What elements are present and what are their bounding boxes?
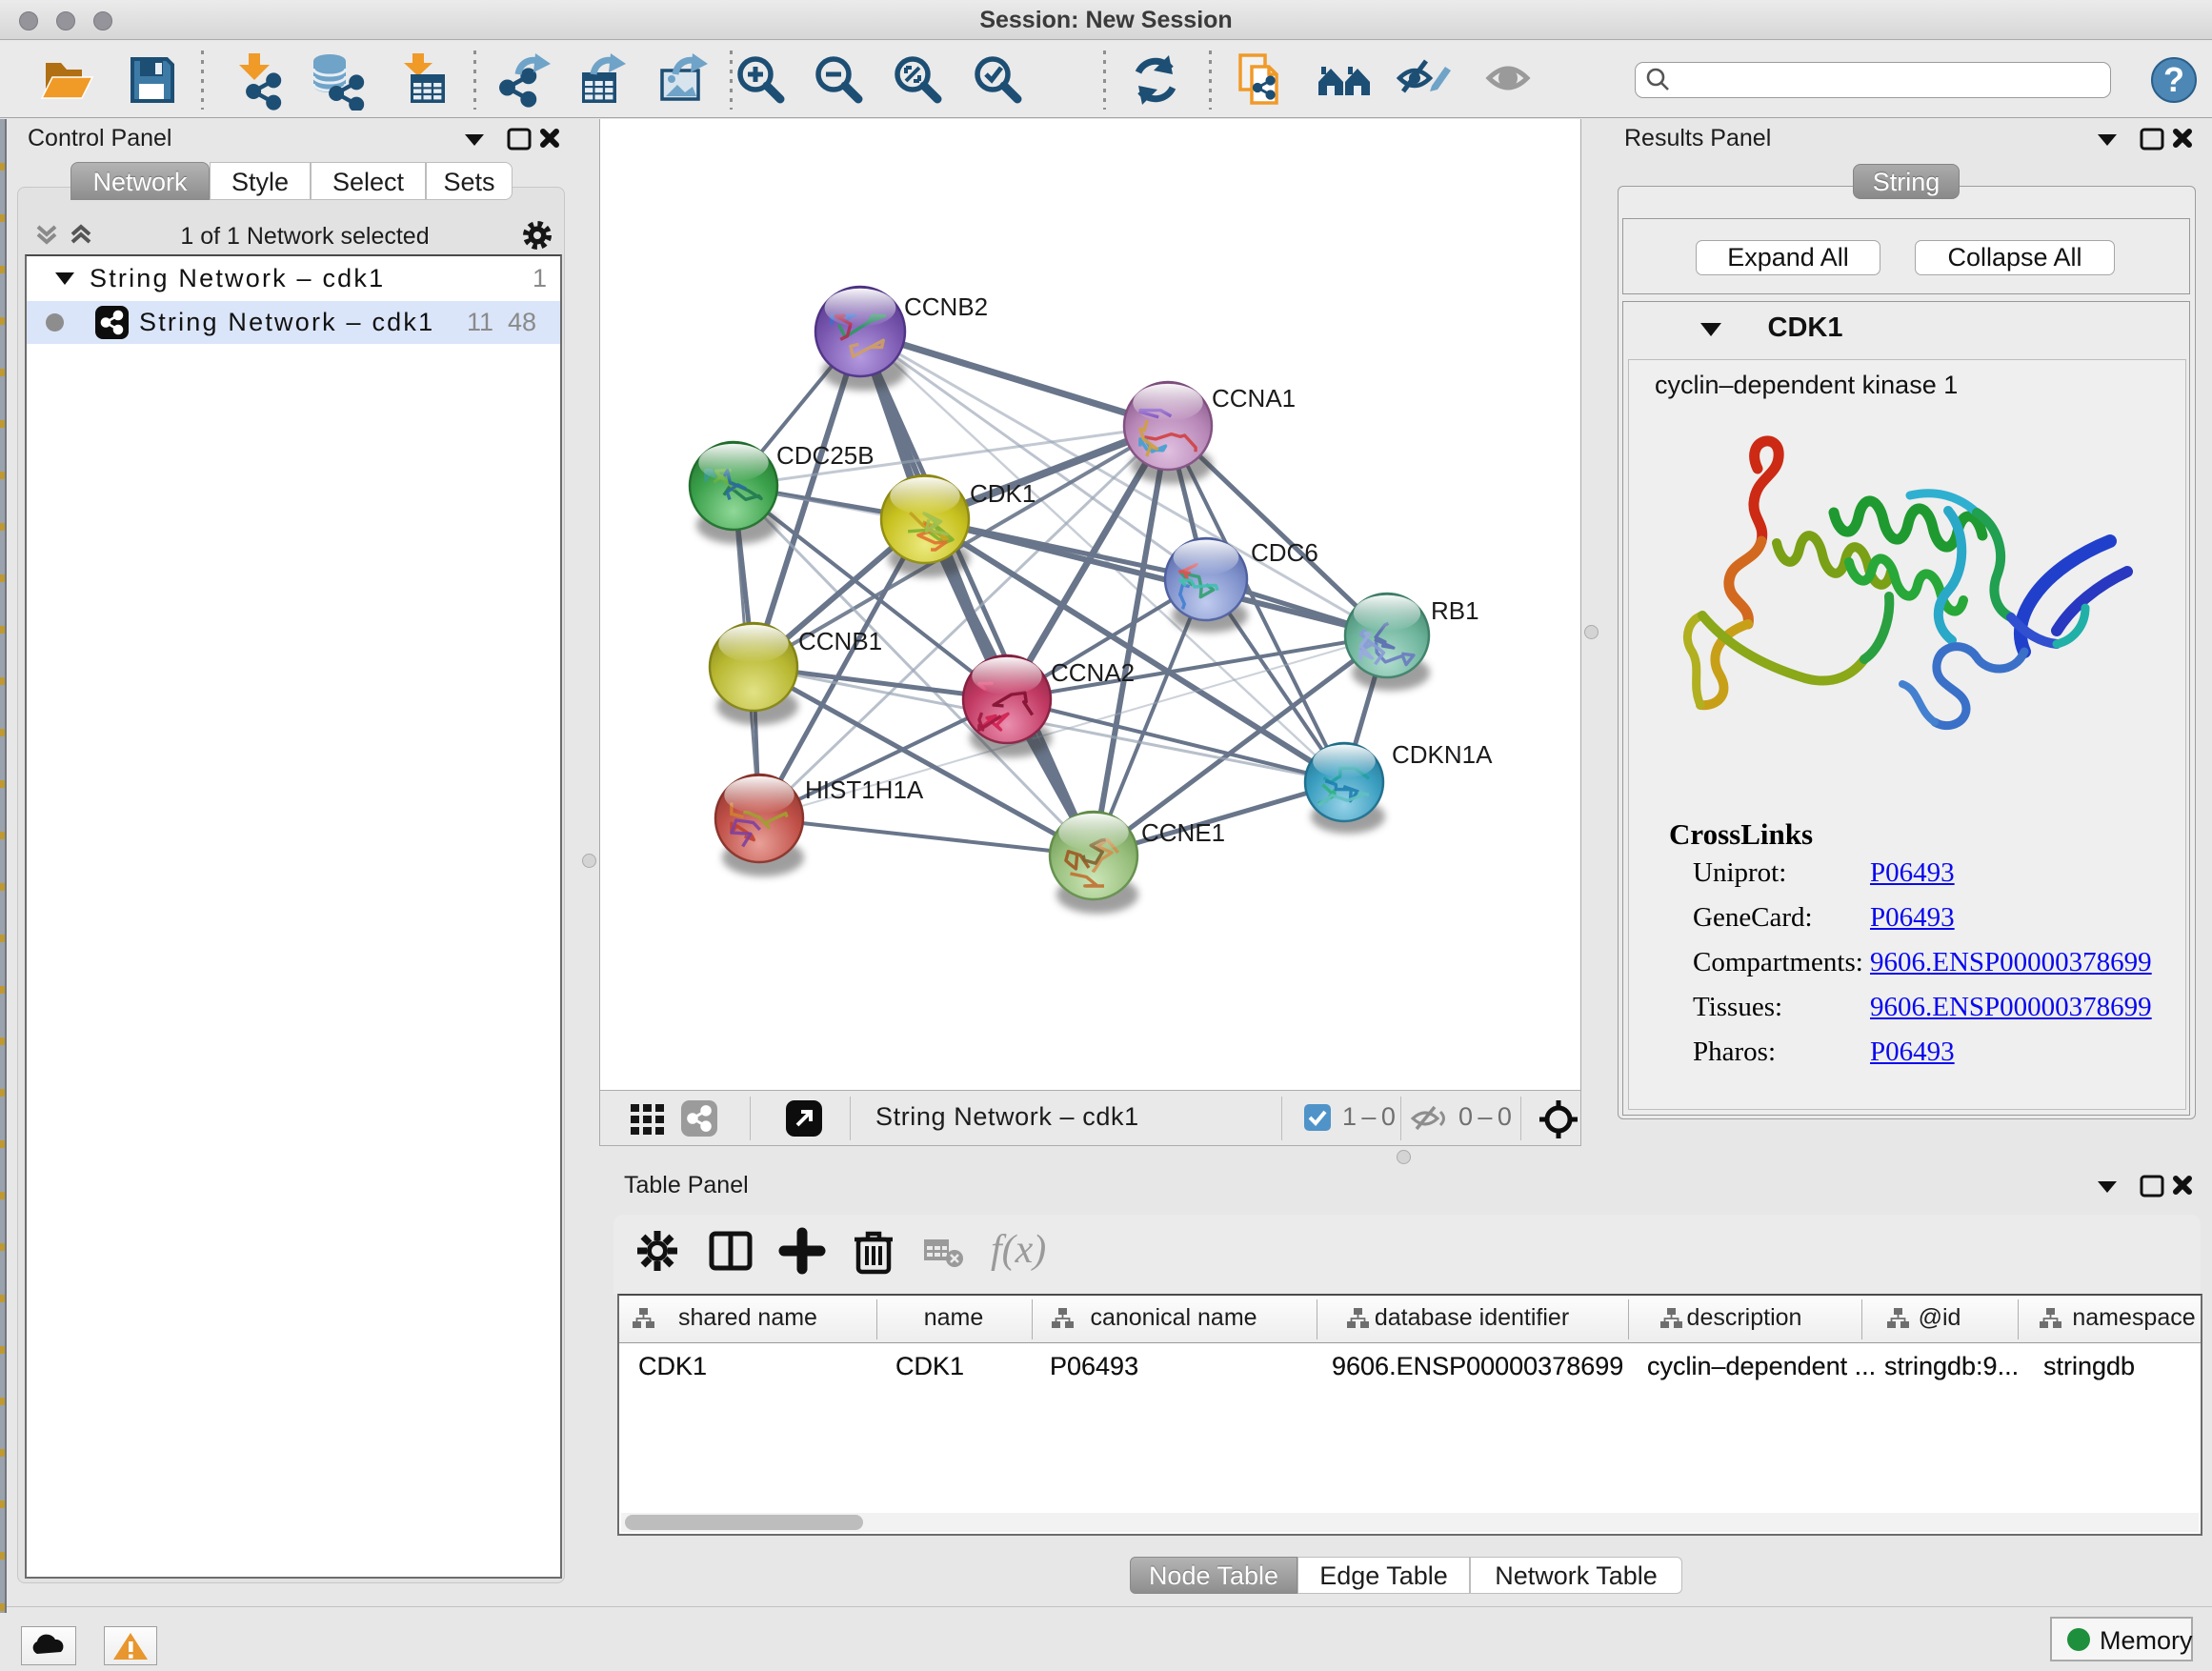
svg-text:CCNB2: CCNB2 xyxy=(904,292,988,321)
svg-text:CCNA2: CCNA2 xyxy=(1051,658,1135,687)
svg-text:RB1: RB1 xyxy=(1431,596,1479,625)
svg-text:HIST1H1A: HIST1H1A xyxy=(805,775,924,804)
svg-text:?: ? xyxy=(2163,60,2184,99)
svg-text:CDK1: CDK1 xyxy=(970,479,1036,508)
svg-text:CCNB1: CCNB1 xyxy=(798,627,882,655)
svg-text:CCNE1: CCNE1 xyxy=(1141,818,1225,847)
svg-text:CDC25B: CDC25B xyxy=(776,441,875,470)
svg-text:CDKN1A: CDKN1A xyxy=(1392,740,1493,769)
svg-text:CDC6: CDC6 xyxy=(1251,538,1318,567)
svg-text:CCNA1: CCNA1 xyxy=(1212,384,1296,413)
